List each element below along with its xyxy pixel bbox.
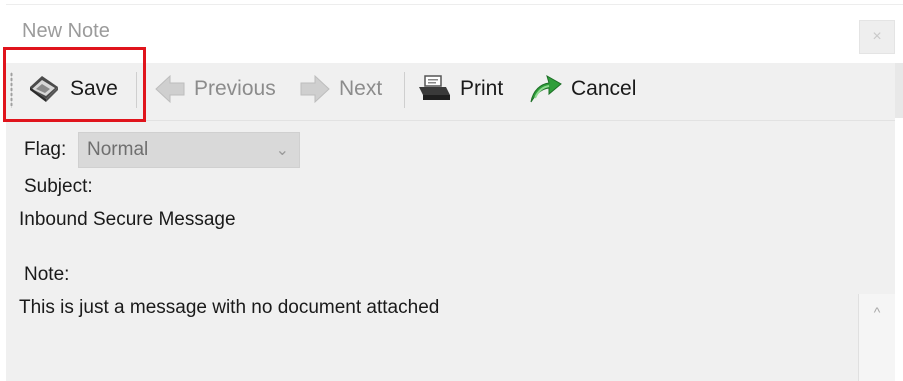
note-label: Note:: [24, 264, 70, 285]
close-icon: ×: [872, 28, 882, 45]
cancel-arrow-icon: [530, 74, 562, 103]
cancel-button[interactable]: Cancel: [527, 70, 636, 108]
scroll-up-icon[interactable]: ^: [874, 304, 881, 381]
flag-dropdown[interactable]: Normal ⌄: [78, 132, 300, 168]
flag-value: Normal: [87, 139, 149, 160]
subject-value: Inbound Secure Message: [19, 209, 236, 230]
previous-arrow-icon: [155, 74, 185, 104]
subject-label: Subject:: [24, 176, 93, 197]
next-arrow-icon: [300, 74, 330, 104]
previous-button[interactable]: Previous: [154, 70, 276, 108]
previous-label: Previous: [194, 77, 276, 100]
printer-icon: [419, 75, 450, 100]
toolbar-separator: [404, 72, 405, 108]
save-highlight-box: [3, 47, 146, 122]
print-label: Print: [460, 77, 504, 100]
new-note-window: New Note × Save Previous Next Print Canc…: [3, 0, 903, 381]
next-label: Next: [339, 77, 383, 100]
next-button[interactable]: Next: [299, 70, 382, 108]
close-button[interactable]: ×: [859, 20, 895, 54]
note-text[interactable]: This is just a message with no document …: [19, 297, 439, 319]
cancel-label: Cancel: [571, 77, 637, 100]
toolbar-overflow-edge: [895, 63, 903, 118]
window-title: New Note: [22, 20, 110, 42]
chevron-down-icon: ⌄: [275, 142, 289, 159]
flag-label: Flag:: [24, 139, 67, 160]
note-scrollbar[interactable]: ^: [858, 294, 895, 381]
print-button[interactable]: Print: [416, 70, 503, 108]
window-top-border: [6, 4, 903, 5]
